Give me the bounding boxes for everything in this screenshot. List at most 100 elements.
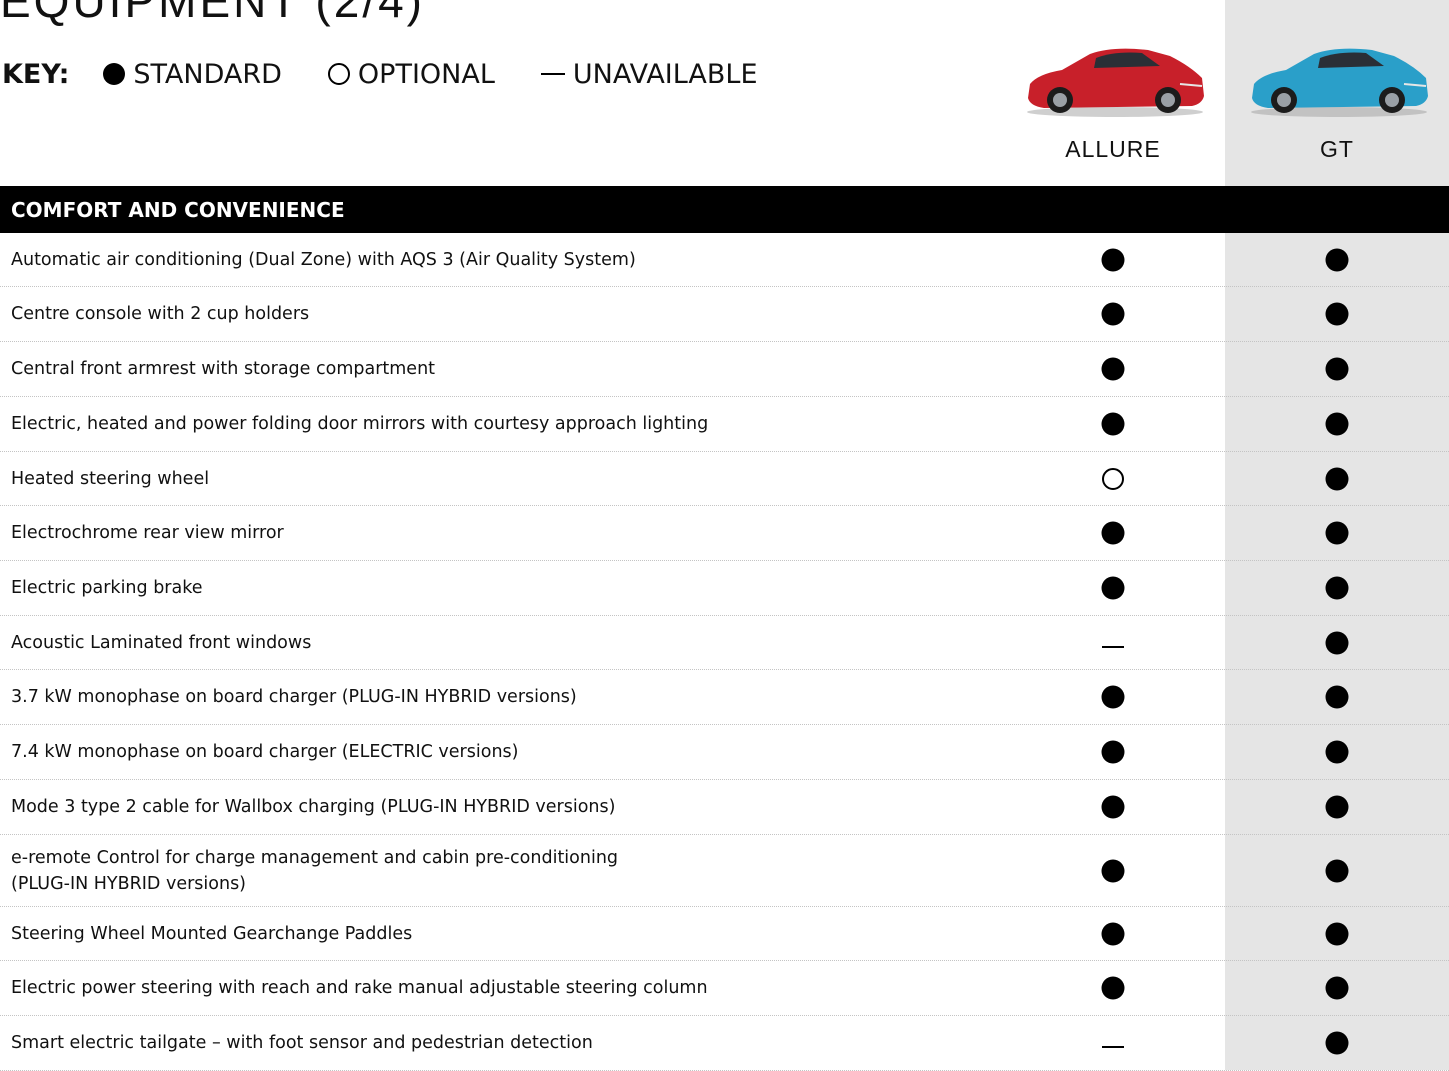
availability-gt bbox=[1325, 576, 1349, 600]
availability-gt bbox=[1325, 631, 1349, 654]
trim-label-allure: ALLURE bbox=[1065, 136, 1161, 162]
section-header: COMFORT AND CONVENIENCE bbox=[0, 186, 1449, 233]
feature-label: Electric parking brake bbox=[11, 575, 951, 601]
feature-label-line: Heated steering wheel bbox=[11, 468, 210, 489]
availability-gt bbox=[1325, 795, 1349, 819]
feature-label: Centre console with 2 cup holders bbox=[11, 301, 951, 327]
feature-label: 3.7 kW monophase on board charger (PLUG-… bbox=[11, 684, 951, 710]
feature-label: Central front armrest with storage compa… bbox=[11, 356, 951, 382]
availability-gt bbox=[1325, 685, 1349, 709]
feature-label-line: 3.7 kW monophase on board charger (PLUG-… bbox=[11, 687, 577, 707]
feature-label-line: e-remote Control for charge management a… bbox=[11, 847, 619, 868]
table-row: Central front armrest with storage compa… bbox=[0, 342, 1449, 397]
filled-circle-icon bbox=[1101, 685, 1125, 709]
availability-gt bbox=[1325, 412, 1349, 436]
key-label: KEY: bbox=[2, 58, 70, 90]
feature-label-line: 7.4 kW monophase on board charger (ELECT… bbox=[11, 742, 519, 762]
table-row: Centre console with 2 cup holders bbox=[0, 287, 1449, 342]
filled-circle-icon bbox=[1101, 302, 1125, 326]
availability-gt bbox=[1325, 248, 1349, 271]
gt-car-image bbox=[1251, 48, 1428, 117]
filled-circle-icon bbox=[1325, 521, 1349, 545]
availability-allure bbox=[1101, 357, 1125, 381]
table-row: Steering Wheel Mounted Gearchange Paddle… bbox=[0, 907, 1449, 961]
feature-label-line: Acoustic Laminated front windows bbox=[11, 632, 312, 653]
dash-icon bbox=[1102, 645, 1124, 648]
equipment-table: Automatic air conditioning (Dual Zone) w… bbox=[0, 233, 1449, 1071]
table-row: 3.7 kW monophase on board charger (PLUG-… bbox=[0, 670, 1449, 725]
availability-allure bbox=[1102, 1038, 1124, 1048]
availability-gt bbox=[1325, 302, 1349, 326]
key-legend: KEY: STANDARD OPTIONAL UNAVAILABLE bbox=[2, 56, 804, 92]
feature-label-line: Centre console with 2 cup holders bbox=[11, 304, 310, 324]
table-row: Automatic air conditioning (Dual Zone) w… bbox=[0, 233, 1449, 287]
filled-circle-icon bbox=[1101, 576, 1125, 600]
section-title: COMFORT AND CONVENIENCE bbox=[11, 197, 345, 222]
availability-gt bbox=[1325, 859, 1349, 882]
filled-circle-icon bbox=[1325, 357, 1349, 381]
filled-circle-icon bbox=[1101, 357, 1125, 381]
feature-label: Electric power steering with reach and r… bbox=[11, 975, 951, 1001]
filled-circle-icon bbox=[1101, 412, 1125, 436]
availability-allure bbox=[1101, 302, 1125, 326]
table-row: Mode 3 type 2 cable for Wallbox charging… bbox=[0, 780, 1449, 835]
availability-gt bbox=[1325, 740, 1349, 764]
page-title: EQUIPMENT (2/4) bbox=[0, 0, 425, 27]
availability-allure bbox=[1101, 521, 1125, 545]
feature-label: Smart electric tailgate – with foot sens… bbox=[11, 1030, 951, 1056]
availability-gt bbox=[1325, 467, 1349, 490]
feature-label-line: Steering Wheel Mounted Gearchange Paddle… bbox=[11, 923, 413, 944]
filled-circle-icon bbox=[1325, 922, 1349, 945]
filled-circle-icon bbox=[1101, 248, 1125, 271]
hollow-circle-icon bbox=[1102, 467, 1124, 490]
key-optional-label: OPTIONAL bbox=[357, 58, 495, 90]
filled-circle-icon bbox=[1101, 740, 1125, 764]
availability-allure bbox=[1101, 922, 1125, 945]
filled-circle-icon bbox=[1325, 795, 1349, 819]
filled-circle-icon bbox=[1325, 740, 1349, 764]
availability-allure bbox=[1101, 685, 1125, 709]
hollow-circle-icon bbox=[327, 63, 350, 85]
filled-circle-icon bbox=[1325, 859, 1349, 882]
availability-allure bbox=[1101, 576, 1125, 600]
filled-circle-icon bbox=[1325, 412, 1349, 436]
feature-label: e-remote Control for charge management a… bbox=[11, 845, 951, 897]
availability-gt bbox=[1325, 1031, 1349, 1055]
feature-label: Acoustic Laminated front windows bbox=[11, 630, 951, 656]
availability-gt bbox=[1325, 922, 1349, 945]
key-standard: STANDARD bbox=[103, 59, 282, 90]
feature-label: 7.4 kW monophase on board charger (ELECT… bbox=[11, 739, 951, 765]
feature-label-line: (PLUG-IN HYBRID versions) bbox=[11, 873, 247, 894]
key-optional: OPTIONAL bbox=[327, 58, 495, 90]
dash-icon bbox=[1102, 1046, 1124, 1048]
feature-label-line: Electric, heated and power folding door … bbox=[11, 414, 709, 434]
feature-label: Heated steering wheel bbox=[11, 466, 951, 492]
trim-label-gt: GT bbox=[1320, 136, 1354, 162]
filled-circle-icon bbox=[1325, 685, 1349, 709]
availability-allure bbox=[1101, 976, 1125, 1000]
feature-label-line: Mode 3 type 2 cable for Wallbox charging… bbox=[11, 797, 616, 817]
feature-label-line: Electrochrome rear view mirror bbox=[11, 523, 284, 543]
availability-allure bbox=[1101, 248, 1125, 271]
table-row: Electrochrome rear view mirror bbox=[0, 506, 1449, 561]
key-unavailable: UNAVAILABLE bbox=[540, 59, 758, 90]
feature-label: Electric, heated and power folding door … bbox=[11, 411, 951, 437]
feature-label-line: Central front armrest with storage compa… bbox=[11, 359, 436, 379]
feature-label: Automatic air conditioning (Dual Zone) w… bbox=[11, 247, 951, 273]
filled-circle-icon bbox=[1325, 467, 1349, 490]
filled-circle-icon bbox=[1101, 859, 1125, 882]
feature-label: Electrochrome rear view mirror bbox=[11, 520, 951, 546]
table-row: Electric power steering with reach and r… bbox=[0, 961, 1449, 1016]
availability-allure bbox=[1102, 638, 1124, 648]
filled-circle-icon bbox=[1101, 521, 1125, 545]
table-row: e-remote Control for charge management a… bbox=[0, 835, 1449, 907]
feature-label-line: Automatic air conditioning (Dual Zone) w… bbox=[11, 249, 636, 270]
feature-label-line: Electric parking brake bbox=[11, 578, 203, 598]
availability-allure bbox=[1101, 795, 1125, 819]
filled-circle-icon bbox=[1325, 976, 1349, 1000]
filled-circle-icon bbox=[1325, 576, 1349, 600]
filled-circle-icon bbox=[1325, 1031, 1349, 1055]
table-row: Electric parking brake bbox=[0, 561, 1449, 616]
filled-circle-icon bbox=[1101, 795, 1125, 819]
availability-gt bbox=[1325, 521, 1349, 545]
